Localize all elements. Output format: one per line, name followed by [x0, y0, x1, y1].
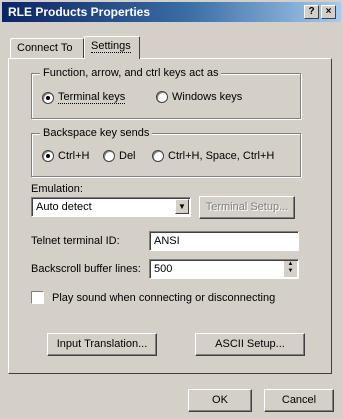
function-keys-legend: Function, arrow, and ctrl keys act as [40, 67, 222, 79]
play-sound-checkbox[interactable] [31, 291, 44, 304]
radio-unselected-icon [152, 150, 164, 162]
backscroll-lines-value: 500 [154, 263, 173, 275]
ok-button[interactable]: OK [188, 389, 252, 412]
emulation-value: Auto detect [36, 201, 92, 213]
ctrl-h-label: Ctrl+H [58, 150, 90, 162]
telnet-id-input[interactable]: ANSI [149, 231, 299, 251]
radio-selected-icon [42, 150, 54, 162]
tab-settings[interactable]: Settings [84, 36, 140, 59]
ctrl-h-radio[interactable]: Ctrl+H [42, 150, 89, 162]
ctrl-h-space-radio[interactable]: Ctrl+H, Space, Ctrl+H [152, 150, 274, 162]
title-bar[interactable]: RLE Products Properties ? × [2, 2, 341, 22]
telnet-label: Telnet terminal ID: [31, 235, 120, 247]
backspace-group: Backspace key sends Ctrl+H Del Ctrl+H, S… [31, 127, 301, 177]
properties-dialog: RLE Products Properties ? × Connect To S… [0, 0, 343, 419]
ctrl-h-space-label: Ctrl+H, Space, Ctrl+H [168, 150, 275, 162]
windows-keys-label: Windows keys [172, 91, 243, 103]
settings-panel: Function, arrow, and ctrl keys act as Te… [8, 58, 332, 374]
telnet-id-value: ANSI [154, 235, 180, 247]
window-title: RLE Products Properties [8, 5, 151, 19]
tab-settings-label: Settings [91, 40, 131, 53]
terminal-keys-radio[interactable]: Terminal keys [42, 91, 126, 104]
help-button[interactable]: ? [304, 5, 319, 19]
backspace-legend: Backspace key sends [40, 127, 153, 139]
terminal-keys-label: Terminal keys [58, 91, 126, 104]
spin-arrows-icon[interactable]: ▲ ▼ [283, 261, 297, 277]
play-sound-row[interactable]: Play sound when connecting or disconnect… [31, 291, 275, 304]
backscroll-lines-input[interactable]: 500 ▲ ▼ [149, 259, 299, 279]
input-translation-button[interactable]: Input Translation... [47, 333, 157, 356]
radio-unselected-icon [103, 150, 115, 162]
function-keys-group: Function, arrow, and ctrl keys act as Te… [31, 67, 301, 119]
ascii-setup-button[interactable]: ASCII Setup... [195, 333, 305, 356]
radio-selected-icon [42, 91, 54, 104]
tab-connect-to[interactable]: Connect To [10, 38, 84, 58]
del-label: Del [119, 150, 136, 162]
tab-connect-to-label: Connect To [17, 42, 73, 54]
windows-keys-radio[interactable]: Windows keys [156, 91, 242, 103]
cancel-button[interactable]: Cancel [264, 389, 334, 412]
close-button[interactable]: × [321, 5, 336, 19]
emulation-select[interactable]: Auto detect ▼ [31, 197, 191, 217]
backscroll-label: Backscroll buffer lines: [31, 263, 141, 275]
chevron-down-icon[interactable]: ▼ [175, 199, 189, 214]
del-radio[interactable]: Del [103, 150, 136, 162]
terminal-setup-button[interactable]: Terminal Setup... [199, 196, 295, 219]
play-sound-label: Play sound when connecting or disconnect… [52, 291, 276, 304]
emulation-label: Emulation: [31, 183, 83, 195]
radio-unselected-icon [156, 91, 168, 103]
